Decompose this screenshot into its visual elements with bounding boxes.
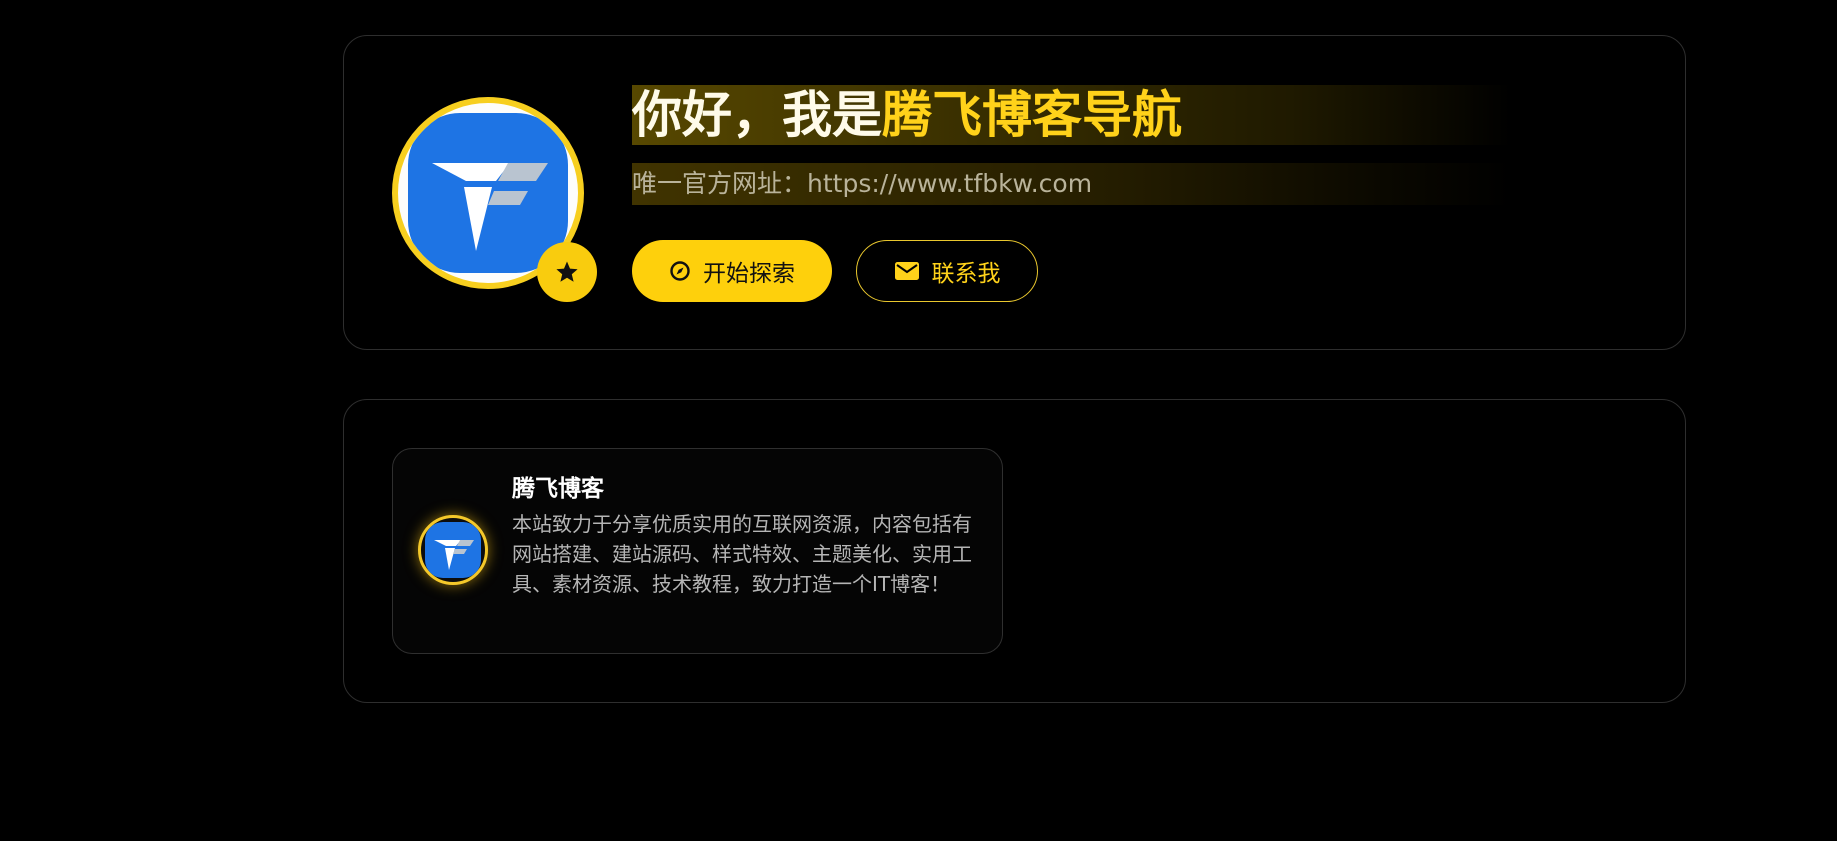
explore-button[interactable]: 开始探索 <box>632 240 832 302</box>
explore-button-label: 开始探索 <box>703 261 795 287</box>
compass-icon <box>669 260 691 282</box>
site-description: 本站致力于分享优质实用的互联网资源，内容包括有网站搭建、建站源码、样式特效、主题… <box>512 512 972 596</box>
official-url-text: 唯一官方网址：https://www.tfbkw.com <box>632 163 1512 205</box>
profile-card: 你好，我是腾飞博客导航 唯一官方网址：https://www.tfbkw.com… <box>343 35 1686 350</box>
page-title: 你好，我是腾飞博客导航 <box>632 85 1512 145</box>
star-badge <box>537 242 597 302</box>
site-logo <box>418 515 488 585</box>
contact-button-label: 联系我 <box>931 261 1001 287</box>
title-greeting: 你好，我是 <box>632 86 882 144</box>
site-list-section: 腾飞博客 本站致力于分享优质实用的互联网资源，内容包括有网站搭建、建站源码、样式… <box>343 399 1686 703</box>
tf-logo-icon <box>425 522 481 578</box>
title-site-name: 腾飞博客导航 <box>882 86 1182 144</box>
avatar <box>392 97 597 302</box>
star-icon <box>556 261 578 282</box>
contact-button[interactable]: 联系我 <box>856 240 1038 302</box>
site-card[interactable]: 腾飞博客 本站致力于分享优质实用的互联网资源，内容包括有网站搭建、建站源码、样式… <box>392 448 1003 654</box>
site-name: 腾飞博客 <box>512 476 604 502</box>
envelope-icon <box>894 261 920 281</box>
